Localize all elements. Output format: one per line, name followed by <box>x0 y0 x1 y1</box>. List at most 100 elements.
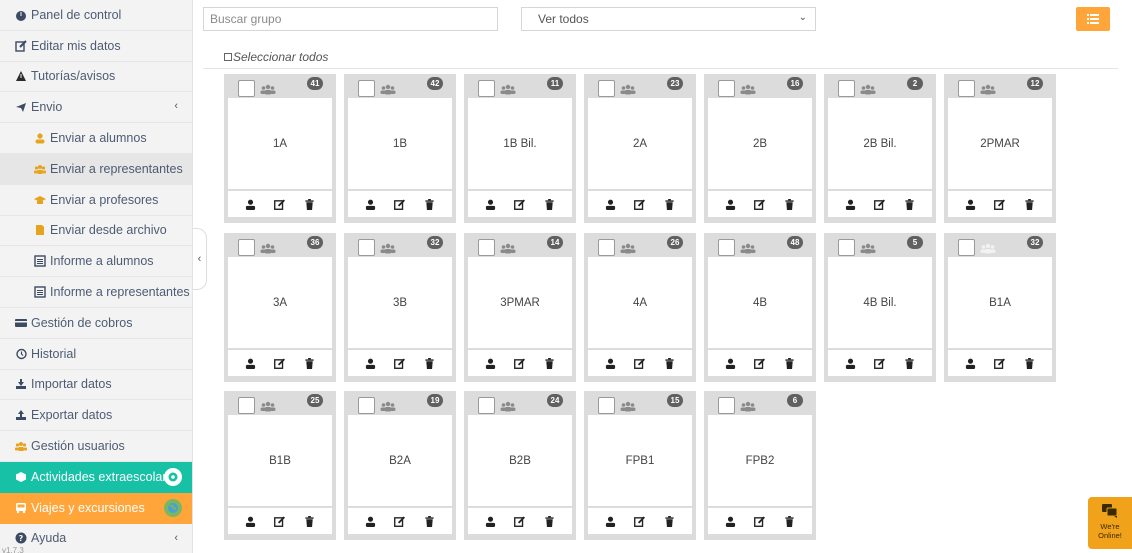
view-members-button[interactable] <box>724 197 738 211</box>
group-select-checkbox[interactable] <box>718 80 735 97</box>
edit-group-button[interactable] <box>393 197 407 211</box>
sidebar-item-enviar-alumnos[interactable]: Enviar a alumnos <box>0 123 192 154</box>
edit-group-button[interactable] <box>753 197 767 211</box>
group-card-body[interactable]: 3PMAR <box>468 257 572 348</box>
view-members-button[interactable] <box>484 197 498 211</box>
group-select-checkbox[interactable] <box>238 80 255 97</box>
group-select-checkbox[interactable] <box>358 397 375 414</box>
group-select-checkbox[interactable] <box>598 80 615 97</box>
view-members-button[interactable] <box>724 356 738 370</box>
group-select-checkbox[interactable] <box>358 239 375 256</box>
group-select-checkbox[interactable] <box>838 239 855 256</box>
sidebar-item-informe-alumnos[interactable]: Informe a alumnos <box>0 246 192 278</box>
view-members-button[interactable] <box>604 356 618 370</box>
view-members-button[interactable] <box>964 197 978 211</box>
search-group-input[interactable] <box>203 7 498 31</box>
sidebar-item-exportar[interactable]: Exportar datos <box>0 400 192 432</box>
group-select-checkbox[interactable] <box>718 239 735 256</box>
sidebar-item-viajes[interactable]: Viajes y excursiones <box>0 492 192 524</box>
delete-group-button[interactable] <box>782 356 796 370</box>
select-all-box[interactable] <box>224 53 232 61</box>
edit-group-button[interactable] <box>273 514 287 528</box>
delete-group-button[interactable] <box>422 514 436 528</box>
delete-group-button[interactable] <box>422 356 436 370</box>
edit-group-button[interactable] <box>393 514 407 528</box>
view-members-button[interactable] <box>724 514 738 528</box>
view-members-button[interactable] <box>844 197 858 211</box>
delete-group-button[interactable] <box>902 356 916 370</box>
view-members-button[interactable] <box>604 514 618 528</box>
group-select-checkbox[interactable] <box>838 80 855 97</box>
group-card-body[interactable]: B2B <box>468 415 572 506</box>
view-members-button[interactable] <box>364 356 378 370</box>
edit-group-button[interactable] <box>873 356 887 370</box>
group-card-body[interactable]: FPB1 <box>588 415 692 506</box>
sidebar-item-gestion-cobros[interactable]: Gestión de cobros <box>0 308 192 339</box>
group-card-body[interactable]: 2B <box>708 98 812 189</box>
group-select-checkbox[interactable] <box>958 239 975 256</box>
delete-group-button[interactable] <box>662 514 676 528</box>
group-card-body[interactable]: 4A <box>588 257 692 348</box>
group-card-body[interactable]: 1B <box>348 98 452 189</box>
view-members-button[interactable] <box>484 356 498 370</box>
group-card-body[interactable]: 2B Bil. <box>828 98 932 189</box>
list-view-button[interactable] <box>1076 7 1110 31</box>
delete-group-button[interactable] <box>1022 197 1036 211</box>
edit-group-button[interactable] <box>753 356 767 370</box>
group-card-body[interactable]: 3A <box>228 257 332 348</box>
view-members-button[interactable] <box>604 197 618 211</box>
delete-group-button[interactable] <box>302 197 316 211</box>
edit-group-button[interactable] <box>273 356 287 370</box>
group-select-checkbox[interactable] <box>958 80 975 97</box>
group-card-body[interactable]: B1A <box>948 257 1052 348</box>
group-filter-select[interactable]: Ver todos ⌄ <box>521 7 816 31</box>
delete-group-button[interactable] <box>302 356 316 370</box>
sidebar-item-editar-datos[interactable]: Editar mis datos <box>0 31 192 62</box>
delete-group-button[interactable] <box>662 356 676 370</box>
delete-group-button[interactable] <box>902 197 916 211</box>
edit-group-button[interactable] <box>633 197 647 211</box>
edit-group-button[interactable] <box>993 356 1007 370</box>
delete-group-button[interactable] <box>542 197 556 211</box>
sidebar-item-gestion-usuarios[interactable]: Gestión usuarios <box>0 431 192 462</box>
select-all-checkbox[interactable]: Seleccionar todos <box>224 50 328 64</box>
delete-group-button[interactable] <box>782 514 796 528</box>
sidebar-item-enviar-archivo[interactable]: Enviar desde archivo <box>0 216 192 247</box>
delete-group-button[interactable] <box>782 197 796 211</box>
group-select-checkbox[interactable] <box>598 397 615 414</box>
group-card-body[interactable]: 4B Bil. <box>828 257 932 348</box>
group-card-body[interactable]: B2A <box>348 415 452 506</box>
delete-group-button[interactable] <box>422 197 436 211</box>
group-card-body[interactable]: 1A <box>228 98 332 189</box>
group-select-checkbox[interactable] <box>478 397 495 414</box>
view-members-button[interactable] <box>244 514 258 528</box>
delete-group-button[interactable] <box>542 356 556 370</box>
sidebar-item-panel-control[interactable]: Panel de control <box>0 0 192 31</box>
edit-group-button[interactable] <box>993 197 1007 211</box>
group-card-body[interactable]: 1B Bil. <box>468 98 572 189</box>
view-members-button[interactable] <box>964 356 978 370</box>
view-members-button[interactable] <box>484 514 498 528</box>
group-card-body[interactable]: 2A <box>588 98 692 189</box>
group-select-checkbox[interactable] <box>478 80 495 97</box>
sidebar-item-envio[interactable]: Envio ‹ <box>0 92 192 124</box>
delete-group-button[interactable] <box>662 197 676 211</box>
view-members-button[interactable] <box>844 356 858 370</box>
edit-group-button[interactable] <box>873 197 887 211</box>
group-select-checkbox[interactable] <box>238 397 255 414</box>
edit-group-button[interactable] <box>513 197 527 211</box>
delete-group-button[interactable] <box>302 514 316 528</box>
edit-group-button[interactable] <box>633 514 647 528</box>
view-members-button[interactable] <box>364 514 378 528</box>
group-select-checkbox[interactable] <box>598 239 615 256</box>
sidebar-item-actividades[interactable]: Actividades extraescolares <box>0 461 192 493</box>
delete-group-button[interactable] <box>542 514 556 528</box>
edit-group-button[interactable] <box>393 356 407 370</box>
sidebar-collapse-toggle[interactable]: ‹ <box>193 228 207 290</box>
edit-group-button[interactable] <box>513 514 527 528</box>
sidebar-item-informe-representantes[interactable]: Informe a representantes <box>0 277 192 308</box>
edit-group-button[interactable] <box>273 197 287 211</box>
sidebar-item-historial[interactable]: Historial <box>0 339 192 370</box>
group-card-body[interactable]: 4B <box>708 257 812 348</box>
view-members-button[interactable] <box>244 197 258 211</box>
